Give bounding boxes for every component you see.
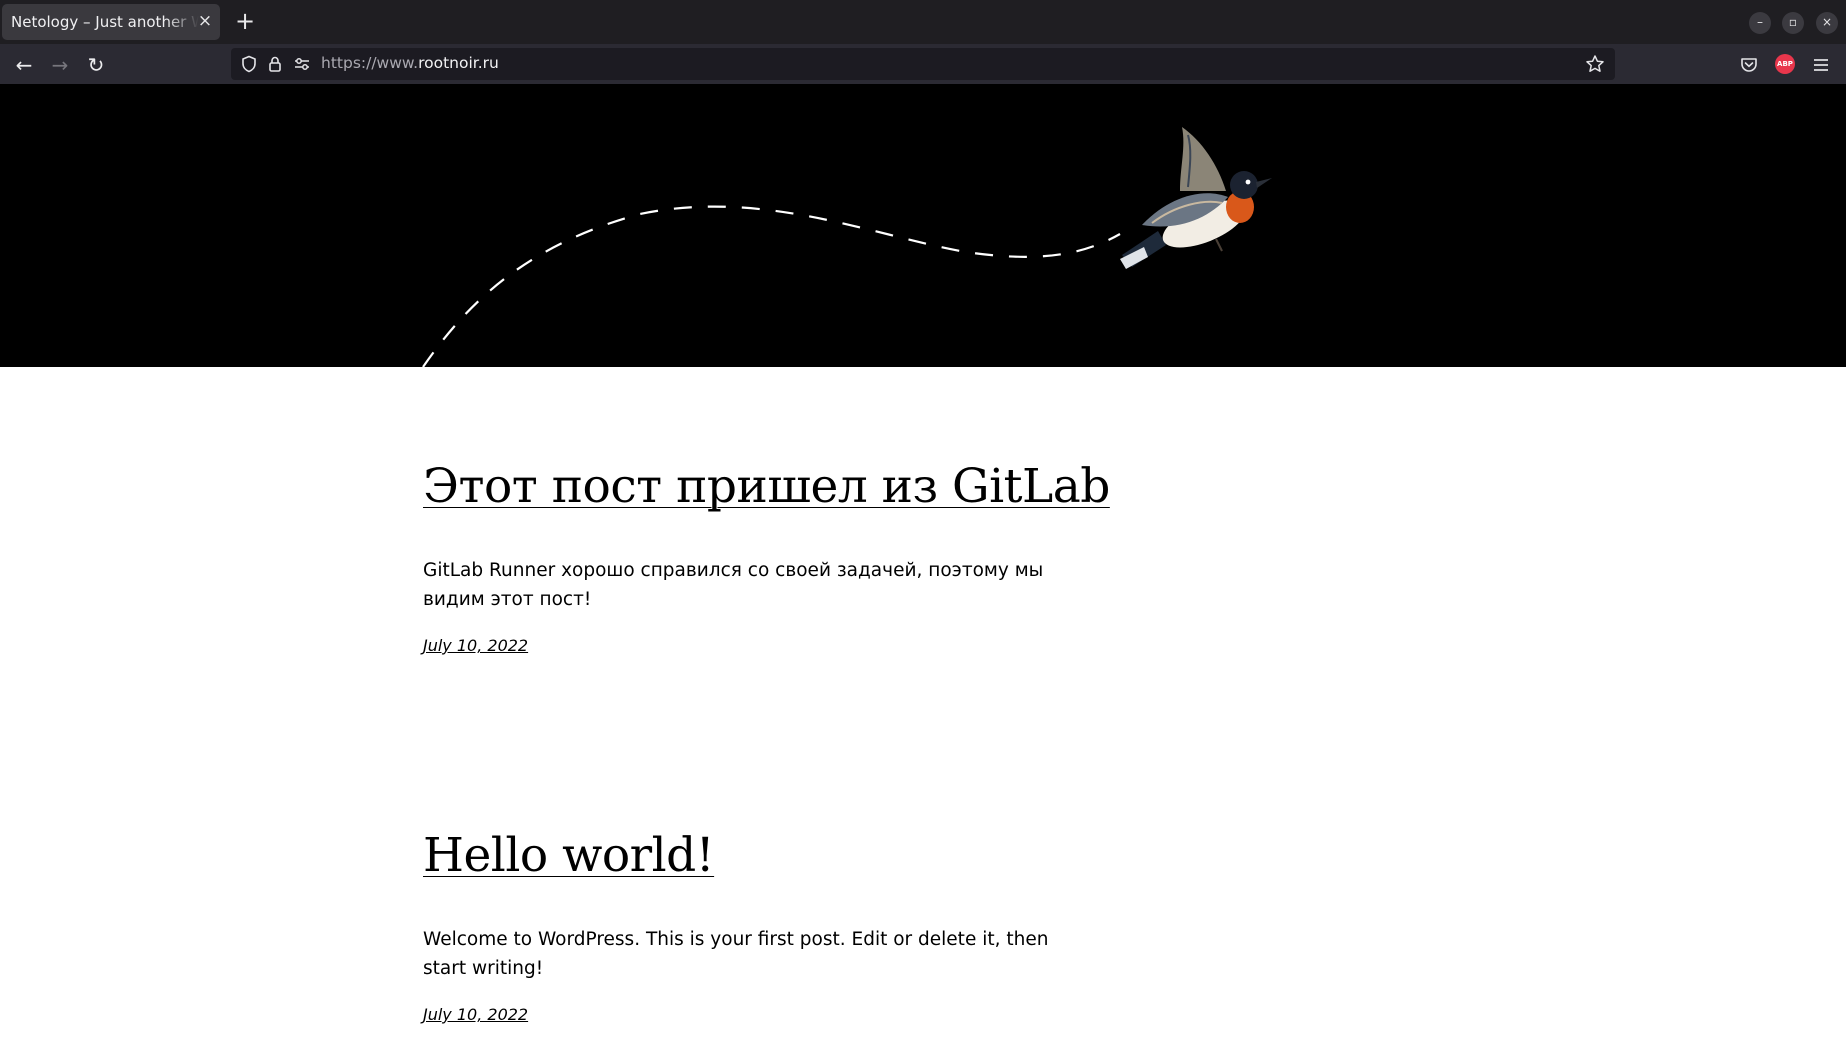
navigation-toolbar: ← → ↻ https://www.rootnoir.ru ABP [0,44,1846,84]
tab-active[interactable]: Netology – Just another WordPress site × [2,4,220,40]
site-header-banner [0,84,1846,367]
abp-badge-label: ABP [1775,54,1795,74]
close-window-icon[interactable]: × [1816,12,1838,34]
url-prefix: https://www. [321,54,419,72]
reload-icon[interactable]: ↻ [82,51,110,79]
post-title-link[interactable]: Этот пост пришел из GitLab [423,452,1110,522]
post-date-link[interactable]: July 10, 2022 [423,1005,528,1024]
lock-icon[interactable] [266,55,284,73]
bookmark-star-icon[interactable] [1585,54,1605,74]
url-text[interactable]: https://www.rootnoir.ru [321,54,499,72]
tab-close-icon[interactable]: × [196,12,214,30]
tab-bar: Netology – Just another WordPress site ×… [0,0,1846,44]
post-card: Hello world! Welcome to WordPress. This … [423,821,1083,1024]
maximize-window-icon[interactable]: ▫ [1782,12,1804,34]
forward-arrow-icon[interactable]: → [46,51,74,79]
post-date-link[interactable]: July 10, 2022 [423,636,528,655]
bird-icon [1120,127,1272,269]
dashed-flight-path [422,205,1121,367]
url-host: rootnoir.ru [418,54,499,72]
back-arrow-icon[interactable]: ← [10,51,38,79]
header-illustration [422,127,1272,367]
url-bar[interactable]: https://www.rootnoir.ru [231,48,1615,80]
permissions-icon[interactable] [293,55,311,73]
new-tab-icon[interactable]: + [232,9,258,35]
pocket-icon[interactable] [1738,54,1760,76]
adblock-plus-icon[interactable]: ABP [1775,54,1797,76]
post-card: Этот пост пришел из GitLab GitLab Runner… [423,452,1110,655]
post-title-link[interactable]: Hello world! [423,821,715,891]
hamburger-menu-icon[interactable] [1810,54,1832,76]
post-excerpt: Welcome to WordPress. This is your first… [423,929,1049,979]
shield-icon[interactable] [240,55,258,73]
post-excerpt: GitLab Runner хорошо справился со своей … [423,560,1044,610]
minimize-window-icon[interactable]: – [1749,12,1771,34]
tab-title: Netology – Just another WordPress site [11,13,199,31]
